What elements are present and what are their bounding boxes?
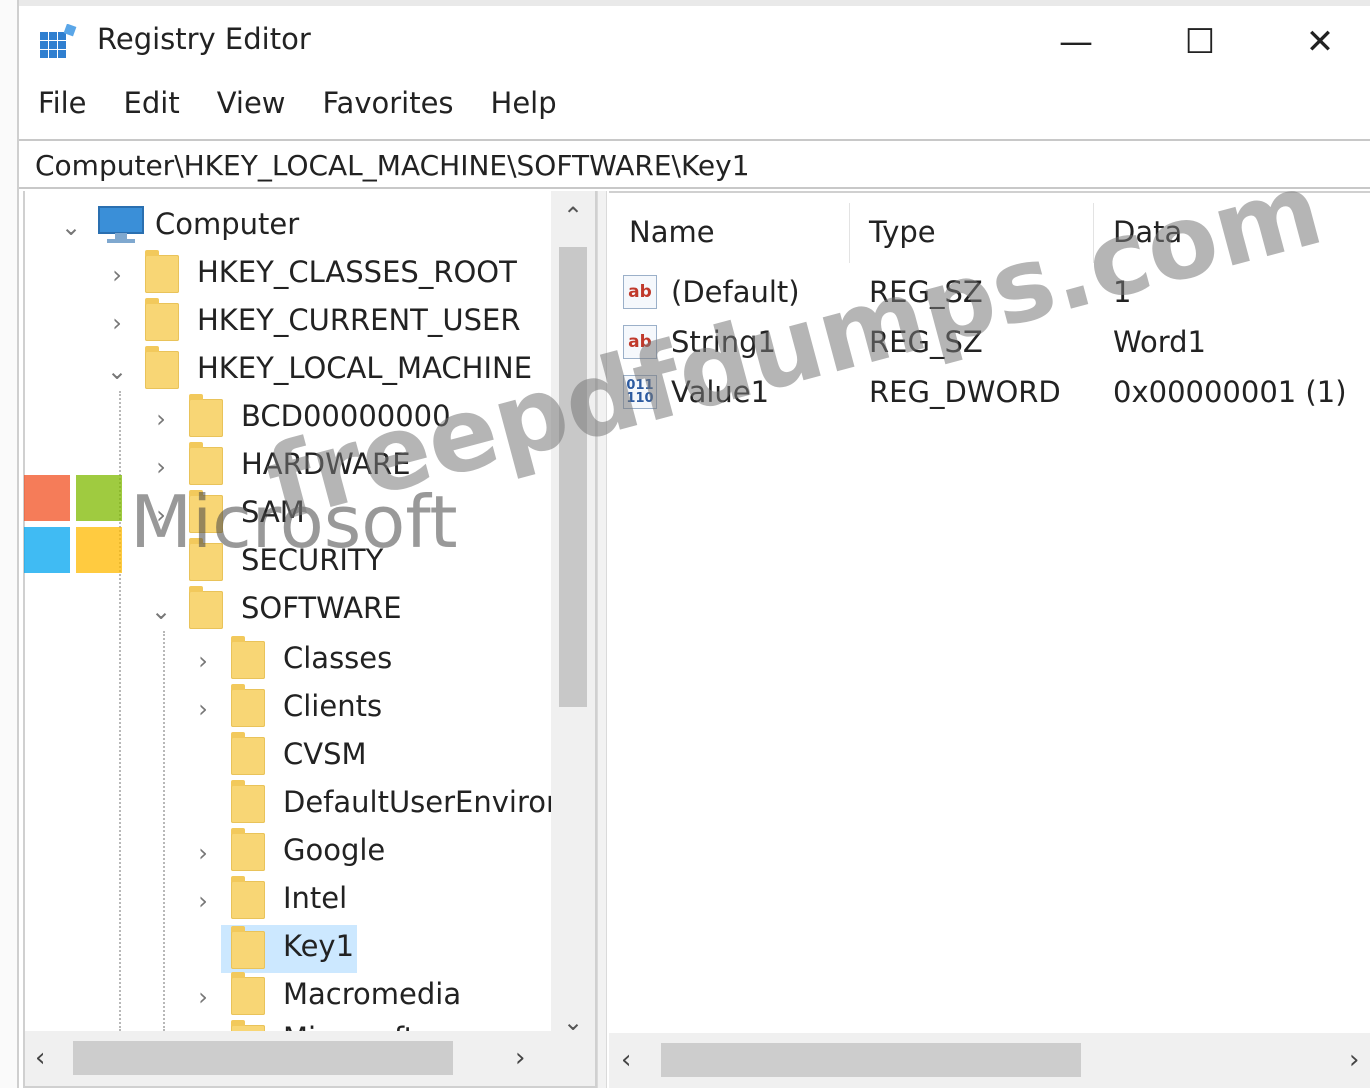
chevron-down-icon[interactable]: ⌄ xyxy=(151,597,171,625)
scroll-right-arrow-icon[interactable]: › xyxy=(515,1043,525,1073)
folder-icon xyxy=(145,298,179,341)
tree-node-key1[interactable]: Key1 xyxy=(283,929,354,963)
chevron-right-icon[interactable]: › xyxy=(193,983,213,1011)
tree-vertical-scroll-thumb[interactable] xyxy=(559,247,587,707)
minimize-button[interactable]: — xyxy=(1031,14,1121,70)
window-title: Registry Editor xyxy=(97,22,311,56)
chevron-down-icon[interactable]: ⌄ xyxy=(61,213,81,241)
folder-icon xyxy=(231,684,265,727)
value-data: Word1 xyxy=(1113,325,1206,359)
registry-editor-icon xyxy=(40,24,77,58)
menu-help[interactable]: Help xyxy=(491,86,557,130)
tree-node-hkcu[interactable]: HKEY_CURRENT_USER xyxy=(197,303,520,337)
chevron-right-icon[interactable]: › xyxy=(107,309,127,337)
tree-node-clients[interactable]: Clients xyxy=(283,689,382,723)
tree-horizontal-scroll-thumb[interactable] xyxy=(73,1041,453,1075)
chevron-right-icon[interactable]: › xyxy=(193,839,213,867)
pane-splitter[interactable] xyxy=(597,191,607,1088)
folder-icon xyxy=(189,394,223,437)
folder-icon xyxy=(231,972,265,1015)
folder-icon xyxy=(231,732,265,775)
tree-node-google[interactable]: Google xyxy=(283,833,385,867)
menu-view[interactable]: View xyxy=(217,86,286,130)
tree-node-defaultuserenvironment[interactable]: DefaultUserEnvironn xyxy=(283,785,583,819)
tree-node-intel[interactable]: Intel xyxy=(283,881,347,915)
chevron-right-icon[interactable]: › xyxy=(151,453,171,481)
scroll-right-arrow-icon[interactable]: › xyxy=(1349,1045,1359,1075)
microsoft-logo-watermark xyxy=(24,475,124,575)
tree-node-macromedia[interactable]: Macromedia xyxy=(283,977,461,1011)
values-horizontal-scroll-thumb[interactable] xyxy=(661,1043,1081,1077)
folder-icon xyxy=(189,586,223,629)
tree-horizontal-scrollbar[interactable]: ‹ › xyxy=(25,1031,595,1086)
scroll-left-arrow-icon[interactable]: ‹ xyxy=(621,1045,631,1075)
scroll-up-arrow-icon[interactable]: ⌃ xyxy=(551,201,595,231)
tree-node-classes[interactable]: Classes xyxy=(283,641,392,675)
tree-vertical-scrollbar[interactable]: ⌃ ⌄ xyxy=(551,191,595,1036)
tree-node-hkcr[interactable]: HKEY_CLASSES_ROOT xyxy=(197,255,517,289)
folder-icon xyxy=(145,250,179,293)
title-bar[interactable]: Registry Editor — ☐ ✕ xyxy=(19,6,1370,74)
address-path[interactable]: Computer\HKEY_LOCAL_MACHINE\SOFTWARE\Key… xyxy=(35,149,750,182)
column-header-name[interactable]: Name xyxy=(629,215,715,249)
folder-icon xyxy=(231,926,265,969)
chevron-right-icon[interactable]: › xyxy=(107,261,127,289)
menu-edit[interactable]: Edit xyxy=(124,86,180,130)
chevron-down-icon[interactable]: ⌄ xyxy=(107,357,127,385)
tree-node-computer[interactable]: Computer xyxy=(155,207,299,241)
value-data: 0x00000001 (1) xyxy=(1113,375,1347,409)
tree-node-software[interactable]: SOFTWARE xyxy=(241,591,402,625)
key-tree-pane[interactable]: ⌄ Computer › HKEY_CLASSES_ROOT › HKEY_CU… xyxy=(23,191,597,1088)
chevron-right-icon[interactable]: › xyxy=(193,887,213,915)
column-header-type[interactable]: Type xyxy=(869,215,936,249)
tree-node-cvsm[interactable]: CVSM xyxy=(283,737,367,771)
folder-icon xyxy=(231,828,265,871)
menu-bar: File Edit View Favorites Help xyxy=(19,86,575,130)
computer-icon xyxy=(98,206,144,243)
close-button[interactable]: ✕ xyxy=(1275,14,1365,70)
folder-icon xyxy=(231,636,265,679)
maximize-button[interactable]: ☐ xyxy=(1155,14,1245,70)
column-divider[interactable] xyxy=(849,203,850,263)
address-bar[interactable]: Computer\HKEY_LOCAL_MACHINE\SOFTWARE\Key… xyxy=(19,139,1370,189)
folder-icon xyxy=(231,780,265,823)
folder-icon xyxy=(231,876,265,919)
left-background xyxy=(0,0,18,1088)
menu-favorites[interactable]: Favorites xyxy=(323,86,454,130)
chevron-right-icon[interactable]: › xyxy=(193,647,213,675)
string-value-icon: ab xyxy=(623,275,657,309)
chevron-right-icon[interactable]: › xyxy=(151,405,171,433)
tree-guide-line xyxy=(163,631,165,1031)
folder-icon xyxy=(145,346,179,389)
scroll-left-arrow-icon[interactable]: ‹ xyxy=(35,1043,45,1073)
menu-file[interactable]: File xyxy=(38,86,87,130)
values-horizontal-scrollbar[interactable]: ‹ › xyxy=(609,1033,1370,1088)
chevron-right-icon[interactable]: › xyxy=(193,695,213,723)
